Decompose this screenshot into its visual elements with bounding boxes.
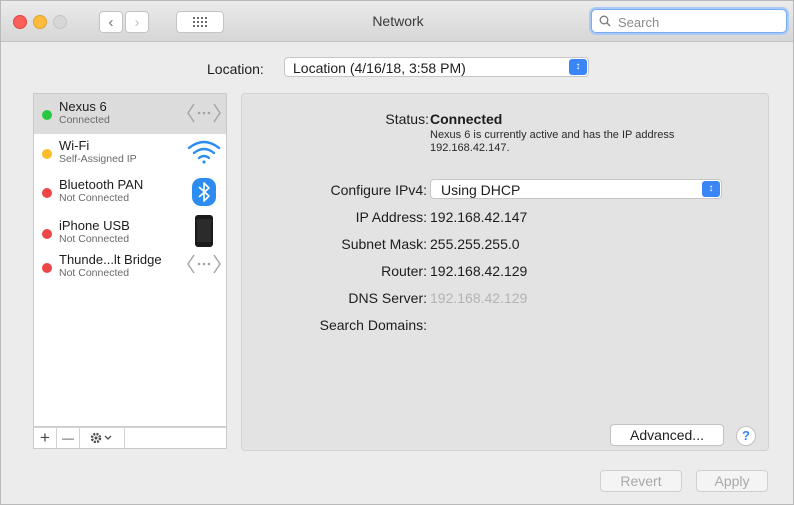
dns-server-value: 192.168.42.129	[430, 290, 528, 306]
service-name: iPhone USB	[59, 218, 130, 233]
service-name: Nexus 6	[59, 99, 107, 114]
ethernet-arrows-icon	[187, 254, 221, 274]
router-label: Router:	[381, 263, 427, 279]
bluetooth-icon	[192, 178, 216, 206]
updown-chevron-icon: ↕	[702, 181, 720, 197]
service-item-bluetooth-pan[interactable]: Bluetooth PAN Not Connected	[34, 176, 226, 216]
router-value: 192.168.42.129	[430, 263, 528, 279]
advanced-button[interactable]: Advanced...	[610, 424, 724, 446]
subnet-mask-value: 255.255.255.0	[430, 236, 520, 252]
service-item-thunderbolt-bridge[interactable]: Thunde...lt Bridge Not Connected	[34, 252, 226, 295]
location-select[interactable]: Location (4/16/18, 3:58 PM) ↕	[284, 57, 589, 77]
network-preferences-window: ‹ › Network Location: Location (4/16	[0, 0, 794, 505]
status-dot	[42, 149, 52, 159]
updown-chevron-icon: ↕	[569, 59, 587, 75]
ethernet-arrows-icon	[187, 103, 221, 123]
configure-ipv4-select[interactable]: Using DHCP ↕	[430, 179, 722, 199]
location-label: Location:	[207, 61, 264, 77]
service-status: Connected	[59, 114, 110, 126]
wifi-icon	[187, 140, 221, 164]
subnet-mask-label: Subnet Mask:	[341, 236, 427, 252]
status-label: Status:	[385, 111, 429, 127]
service-item-iphone-usb[interactable]: iPhone USB Not Connected	[34, 215, 226, 256]
title-bar: ‹ › Network	[1, 1, 793, 42]
ip-address-label: IP Address:	[355, 209, 427, 225]
iphone-icon	[195, 215, 213, 247]
gear-icon	[90, 432, 112, 444]
service-name: Bluetooth PAN	[59, 177, 144, 192]
configure-ipv4-label: Configure IPv4:	[330, 182, 428, 198]
service-item-nexus-6[interactable]: Nexus 6 Connected	[34, 94, 226, 134]
action-menu-button[interactable]	[80, 428, 125, 448]
configure-ipv4-value: Using DHCP	[441, 182, 521, 198]
service-status: Not Connected	[59, 267, 130, 279]
search-field[interactable]	[591, 9, 787, 33]
service-name: Thunde...lt Bridge	[59, 252, 162, 267]
service-status: Not Connected	[59, 233, 130, 245]
ip-address-value: 192.168.42.147	[430, 209, 528, 225]
search-icon	[599, 15, 611, 27]
dns-server-label: DNS Server:	[348, 290, 427, 306]
status-value: Connected	[430, 111, 503, 127]
status-dot	[42, 263, 52, 273]
services-toolbar: + —	[33, 427, 227, 449]
status-description: Nexus 6 is currently active and has the …	[430, 129, 675, 154]
remove-service-button[interactable]: —	[57, 428, 80, 448]
help-button[interactable]: ?	[736, 426, 756, 446]
status-dot	[42, 229, 52, 239]
service-status: Self-Assigned IP	[59, 153, 137, 165]
search-domains-label: Search Domains:	[319, 317, 427, 333]
location-value: Location (4/16/18, 3:58 PM)	[293, 60, 466, 76]
service-name: Wi-Fi	[59, 138, 90, 153]
network-services-list: Nexus 6 Connected Wi-Fi Self-Assigned IP…	[33, 93, 227, 427]
status-dot	[42, 188, 52, 198]
search-input[interactable]	[616, 12, 780, 32]
service-status: Not Connected	[59, 192, 130, 204]
add-service-button[interactable]: +	[34, 428, 57, 448]
status-dot	[42, 110, 52, 120]
apply-button[interactable]: Apply	[696, 470, 768, 492]
revert-button[interactable]: Revert	[600, 470, 682, 492]
service-item-wifi[interactable]: Wi-Fi Self-Assigned IP	[34, 135, 226, 175]
